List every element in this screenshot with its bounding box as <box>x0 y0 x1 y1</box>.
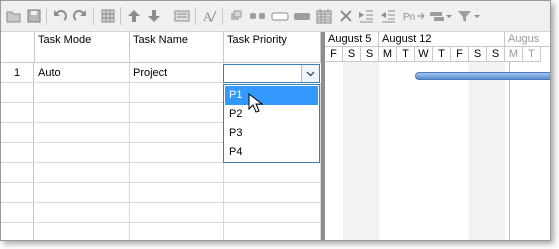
priority-option-p1[interactable]: P1 <box>225 86 318 105</box>
move-up-icon[interactable] <box>125 7 143 25</box>
timescale-day: S <box>487 47 505 62</box>
predecessor-icon[interactable]: Pn <box>403 7 425 25</box>
weekend-shading <box>361 62 379 240</box>
empty-cell[interactable] <box>130 143 224 163</box>
timescale-day: T <box>397 47 415 62</box>
calendar-icon[interactable] <box>315 7 333 25</box>
row-number[interactable] <box>1 223 34 240</box>
priority-option-p3[interactable]: P3 <box>225 124 318 143</box>
task-name-cell[interactable]: Project <box>130 63 224 83</box>
gantt-timeline: August 5 August 12 Augus F S S M T W T F… <box>325 32 550 240</box>
timescale-day: M <box>379 47 397 62</box>
row-number[interactable] <box>1 183 34 203</box>
empty-cell[interactable] <box>35 203 130 223</box>
row-number[interactable] <box>1 203 34 223</box>
empty-cell[interactable] <box>130 103 224 123</box>
timescale-day: S <box>361 47 379 62</box>
bar-icon[interactable] <box>271 7 289 25</box>
empty-cell[interactable] <box>224 183 321 203</box>
empty-cell[interactable] <box>35 83 130 103</box>
timescale-day: F <box>451 47 469 62</box>
empty-cell[interactable] <box>130 183 224 203</box>
column-header-task-priority[interactable]: Task Priority <box>224 32 321 62</box>
filter-dropdown-icon[interactable] <box>457 7 481 25</box>
row-number[interactable] <box>1 103 34 123</box>
task-mode-cell[interactable]: Auto <box>35 63 130 83</box>
view-icon[interactable] <box>173 7 191 25</box>
timescale-day: W <box>415 47 433 62</box>
row-number[interactable] <box>1 163 34 183</box>
open-icon[interactable] <box>5 7 23 25</box>
timescale-day: S <box>469 47 487 62</box>
svg-text:Pn: Pn <box>403 12 415 23</box>
empty-cell[interactable] <box>35 103 130 123</box>
indent-icon[interactable] <box>357 7 375 25</box>
timescale-week: August 12 <box>379 32 505 47</box>
project-task-bar[interactable] <box>415 72 550 80</box>
empty-cell[interactable] <box>130 163 224 183</box>
undo-icon[interactable] <box>51 7 69 25</box>
timescale-day: T <box>433 47 451 62</box>
priority-option-p4[interactable]: P4 <box>225 143 318 162</box>
empty-cell[interactable] <box>35 223 130 240</box>
empty-cell[interactable] <box>224 163 321 183</box>
timescale-week: Augus <box>505 32 550 47</box>
timescale-day: T <box>523 47 541 62</box>
delete-icon[interactable] <box>337 7 355 25</box>
chevron-down-icon[interactable] <box>301 65 319 82</box>
empty-cell[interactable] <box>130 123 224 143</box>
timescale-day: F <box>325 47 343 62</box>
row-number[interactable] <box>1 83 34 103</box>
outdent-icon[interactable] <box>379 7 397 25</box>
empty-cell[interactable] <box>35 143 130 163</box>
timescale-day: M <box>505 47 523 62</box>
empty-cell[interactable] <box>35 183 130 203</box>
today-line <box>509 62 510 240</box>
row-number[interactable]: 1 <box>1 63 34 83</box>
priority-option-p2[interactable]: P2 <box>225 105 318 124</box>
weekend-shading <box>487 62 505 240</box>
column-header-task-mode[interactable]: Task Mode <box>35 32 130 62</box>
link-icon[interactable] <box>227 7 245 25</box>
empty-cell[interactable] <box>130 83 224 103</box>
empty-cell[interactable] <box>224 223 321 240</box>
weekend-shading <box>469 62 487 240</box>
timescale-day: S <box>343 47 361 62</box>
project-window: A Pn Task Mode Task Name Task Priority 1… <box>0 0 551 241</box>
mouse-cursor-icon <box>248 92 264 115</box>
priority-dropdown-list: P1 P2 P3 P4 <box>223 84 320 163</box>
redo-icon[interactable] <box>71 7 89 25</box>
row-number-header[interactable] <box>1 32 35 62</box>
empty-cell[interactable] <box>35 123 130 143</box>
grid-header: Task Mode Task Name Task Priority <box>1 32 321 63</box>
weekend-shading <box>343 62 361 240</box>
empty-cell[interactable] <box>130 203 224 223</box>
unlink-icon[interactable] <box>249 7 267 25</box>
toolbar: A Pn <box>1 1 550 32</box>
font-icon[interactable]: A <box>201 7 219 25</box>
empty-cell[interactable] <box>130 223 224 240</box>
columns-icon[interactable] <box>99 7 117 25</box>
empty-cell[interactable] <box>35 163 130 183</box>
row-number[interactable] <box>1 143 34 163</box>
summary-icon[interactable] <box>293 7 311 25</box>
column-header-task-name[interactable]: Task Name <box>130 32 224 62</box>
row-number[interactable] <box>1 123 34 143</box>
empty-cell[interactable] <box>224 203 321 223</box>
task-priority-combobox[interactable] <box>223 64 320 83</box>
move-down-icon[interactable] <box>145 7 163 25</box>
timescale-week: August 5 <box>325 32 379 47</box>
layout-dropdown-icon[interactable] <box>429 7 453 25</box>
save-icon[interactable] <box>25 7 43 25</box>
